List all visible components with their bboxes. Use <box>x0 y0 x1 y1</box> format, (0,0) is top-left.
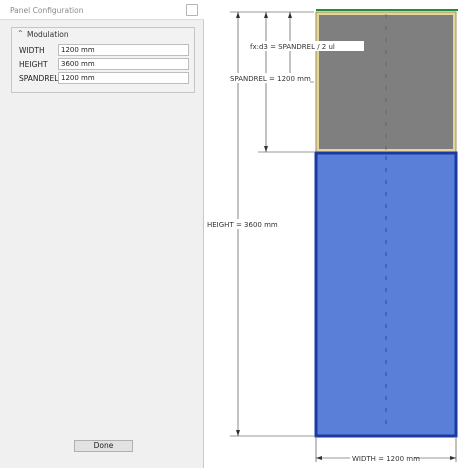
modulation-group-title: Modulation <box>27 30 69 39</box>
formula-label[interactable]: fx:d3 = SPANDREL / 2 ul <box>250 43 335 51</box>
close-button[interactable] <box>186 4 198 16</box>
height-dim-label[interactable]: HEIGHT = 3600 mm <box>207 221 278 229</box>
width-label: WIDTH <box>19 46 45 55</box>
width-arrow-left <box>316 456 322 460</box>
height-arrow-bottom <box>236 430 240 436</box>
dialog-titlebar: Panel Configuration <box>0 0 204 20</box>
height-label: HEIGHT <box>19 60 48 69</box>
chevron-up-icon[interactable]: ⌃ <box>17 29 24 39</box>
spandrel-panel[interactable] <box>319 15 453 149</box>
width-field[interactable] <box>58 44 189 56</box>
panel-configuration-dialog: Panel Configuration ⌃ Modulation WIDTH H… <box>0 0 204 468</box>
height-arrow-top <box>236 12 240 18</box>
panel-drawing: fx:d3 = SPANDREL / 2 ul SPANDREL = 1200 … <box>206 9 458 463</box>
width-dim-label[interactable]: WIDTH = 1200 mm <box>352 455 420 463</box>
dialog-title: Panel Configuration <box>10 6 84 15</box>
done-button[interactable]: Done <box>74 440 133 452</box>
width-arrow-right <box>450 456 456 460</box>
spandrel-label: SPANDREL <box>19 74 59 83</box>
spandrel-dim-label[interactable]: SPANDREL = 1200 mm <box>230 75 311 83</box>
drawing-canvas[interactable]: fx:d3 = SPANDREL / 2 ul SPANDREL = 1200 … <box>205 0 474 468</box>
spandrel-field[interactable] <box>58 72 189 84</box>
height-field[interactable] <box>58 58 189 70</box>
d3-arrow-top <box>288 12 292 18</box>
spandrel-arrow-top <box>264 12 268 18</box>
modulation-group-header[interactable]: ⌃ Modulation <box>12 28 194 41</box>
modulation-group: ⌃ Modulation WIDTH HEIGHT SPANDREL <box>11 27 195 93</box>
spandrel-arrow-bottom <box>264 146 268 152</box>
